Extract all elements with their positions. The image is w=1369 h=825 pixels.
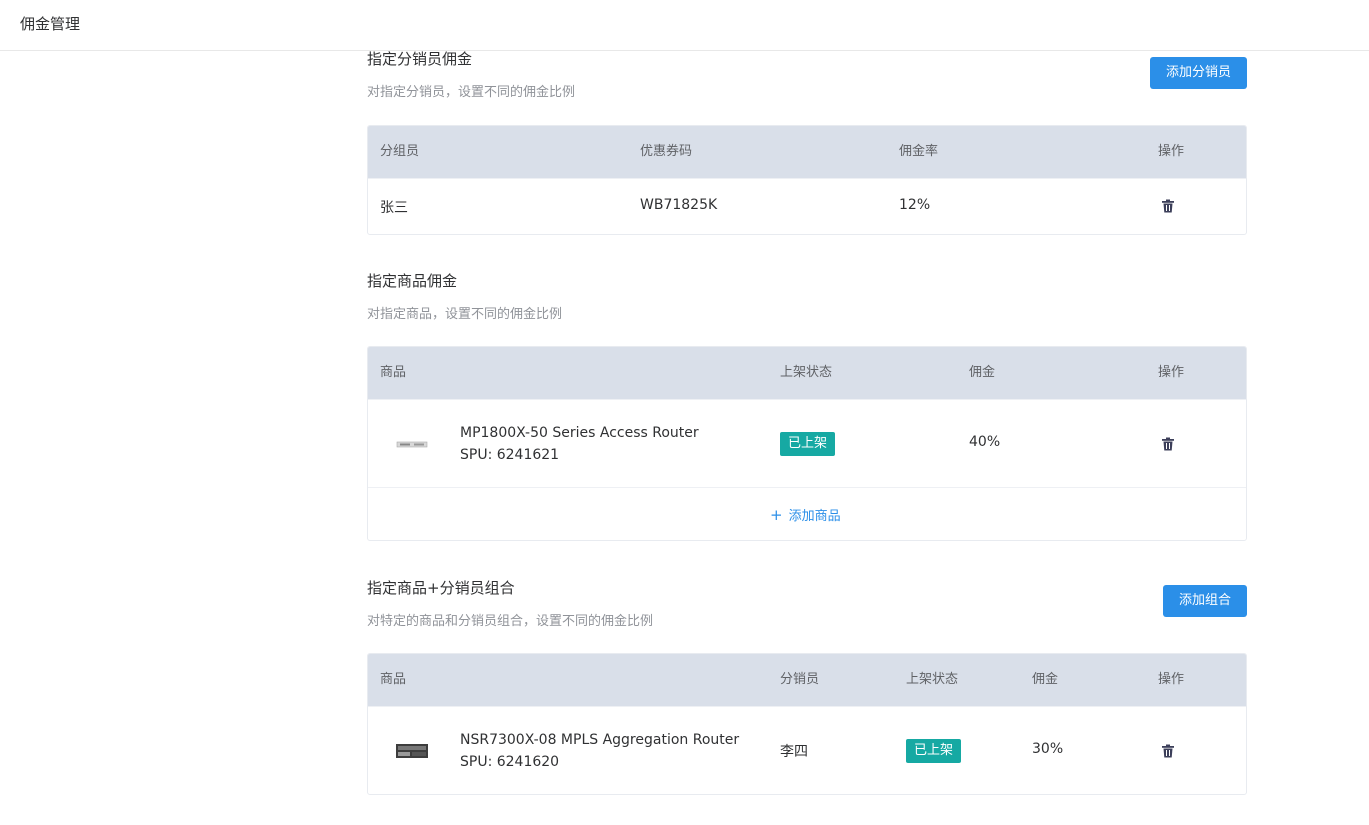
table-header: 分组员 优惠券码 佣金率 操作 — [368, 126, 1246, 178]
add-combination-button[interactable]: 添加组合 — [1162, 585, 1247, 617]
column-header-commission: 佣金 — [1032, 672, 1059, 687]
column-header-actions: 操作 — [1158, 672, 1185, 687]
table-header: 商品 上架状态 佣金 操作 — [368, 347, 1246, 399]
distributor-commission-desc: 对指定分销员，设置不同的佣金比例 — [367, 85, 576, 100]
distributor-name: 李四 — [780, 744, 808, 760]
combo-commission-desc: 对特定的商品和分销员组合，设置不同的佣金比例 — [367, 614, 654, 629]
product-name: NSR7300X-08 MPLS Aggregation Router — [460, 732, 740, 748]
commission-value: 40% — [969, 434, 1001, 450]
column-header-actions: 操作 — [1158, 365, 1185, 380]
table-row: MP1800X-50 Series Access Router SPU: 624… — [368, 399, 1246, 487]
main-content: 指定分销员佣金 对指定分销员，设置不同的佣金比例 添加分销员 分组员 优惠券码 … — [367, 0, 1247, 825]
column-header-product: 商品 — [380, 672, 407, 687]
product-commission-title: 指定商品佣金 — [367, 272, 458, 290]
column-header-distributor: 分销员 — [780, 672, 820, 687]
trash-icon[interactable] — [1161, 199, 1175, 213]
column-header-status: 上架状态 — [906, 672, 959, 687]
column-header-status: 上架状态 — [780, 365, 833, 380]
add-product-row: + 添加商品 — [368, 487, 1246, 540]
commission-value: 30% — [1032, 741, 1064, 757]
column-header-coupon: 优惠券码 — [640, 144, 693, 159]
column-header-product: 商品 — [380, 365, 407, 380]
product-name: MP1800X-50 Series Access Router — [460, 425, 699, 441]
distributor-commission-table: 分组员 优惠券码 佣金率 操作 张三 WB71825K 12% — [367, 125, 1247, 235]
product-spu: SPU: 6241621 — [460, 447, 560, 463]
trash-icon[interactable] — [1161, 437, 1175, 451]
column-header-distributor: 分组员 — [380, 144, 420, 159]
column-header-actions: 操作 — [1158, 144, 1185, 159]
status-badge: 已上架 — [780, 432, 836, 456]
add-product-label: 添加商品 — [788, 509, 841, 524]
add-product-link[interactable]: + 添加商品 — [770, 505, 841, 524]
plus-icon: + — [770, 506, 783, 524]
product-spu: SPU: 6241620 — [460, 754, 560, 770]
coupon-code: WB71825K — [640, 197, 718, 213]
column-header-rate: 佣金率 — [899, 144, 939, 159]
product-commission-desc: 对指定商品，设置不同的佣金比例 — [367, 307, 563, 322]
combo-commission-title: 指定商品+分销员组合 — [367, 579, 515, 597]
table-row: NSR7300X-08 MPLS Aggregation Router SPU:… — [368, 706, 1246, 794]
product-commission-table: 商品 上架状态 佣金 操作 MP1800X-50 Series Access R… — [367, 346, 1247, 541]
status-badge: 已上架 — [906, 739, 962, 763]
table-row: 张三 WB71825K 12% — [368, 178, 1246, 234]
distributor-name: 张三 — [380, 200, 408, 216]
trash-icon[interactable] — [1161, 744, 1175, 758]
table-header: 商品 分销员 上架状态 佣金 操作 — [368, 654, 1246, 706]
product-thumbnail — [392, 739, 432, 763]
product-thumbnail — [392, 432, 432, 456]
combo-commission-table: 商品 分销员 上架状态 佣金 操作 NSR7300X-08 MPLS Aggre… — [367, 653, 1247, 795]
add-distributor-button[interactable]: 添加分销员 — [1149, 57, 1247, 89]
commission-rate: 12% — [899, 197, 931, 213]
distributor-commission-title: 指定分销员佣金 — [367, 50, 473, 68]
column-header-commission: 佣金 — [969, 365, 996, 380]
page-title: 佣金管理 — [20, 15, 81, 33]
